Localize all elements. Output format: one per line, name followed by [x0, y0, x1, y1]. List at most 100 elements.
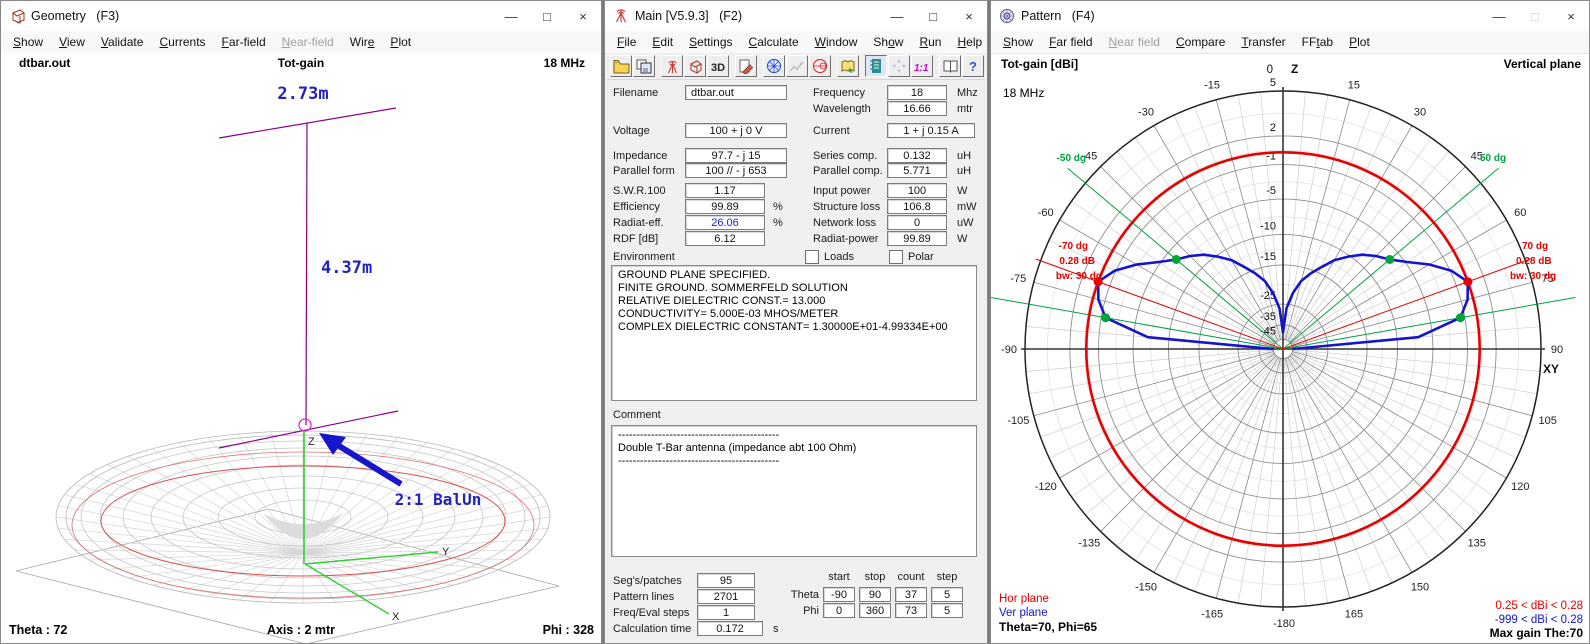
menu-item-plot[interactable]: Plot	[1341, 31, 1378, 53]
menu-item-currents[interactable]: Currents	[151, 31, 213, 53]
menu-item-show[interactable]: Show	[865, 31, 911, 53]
geometry-maximize-button[interactable]: □	[529, 1, 565, 31]
save-files-icon	[636, 59, 652, 74]
svg-text:?: ?	[969, 59, 977, 74]
menu-item-edit[interactable]: Edit	[644, 31, 681, 53]
toolbar-help-button[interactable]: ?	[962, 55, 984, 77]
environment-box[interactable]: GROUND PLANE SPECIFIED.FINITE GROUND. SO…	[611, 265, 977, 401]
toolbar-optimizer-button[interactable]	[888, 55, 910, 77]
angle-label: 90	[1551, 344, 1563, 356]
sweep-phi-step[interactable]: 5	[931, 603, 963, 618]
sweep-phi-stop[interactable]: 360	[859, 603, 891, 618]
toolbar-smith-chart-button[interactable]	[809, 55, 831, 77]
toolbar-line-chart-button[interactable]	[786, 55, 808, 77]
field-input-impedance[interactable]: 97.7 - j 15	[685, 148, 787, 163]
menu-item-file[interactable]: File	[609, 31, 644, 53]
field-input-voltage[interactable]: 100 + j 0 V	[685, 123, 787, 138]
toolbar-documents-button[interactable]	[939, 55, 961, 77]
pattern-maximize-button[interactable]: □	[1517, 1, 1553, 31]
field-input-filename[interactable]: dtbar.out	[685, 85, 787, 100]
pattern-close-button[interactable]: ×	[1553, 1, 1589, 31]
menu-item-wire[interactable]: Wire	[342, 31, 383, 53]
main-maximize-button[interactable]: □	[915, 1, 951, 31]
geometry-minimize-button[interactable]: —	[493, 1, 529, 31]
toolbar-open-folder-button[interactable]	[610, 55, 632, 77]
menu-item-help[interactable]: Help	[949, 31, 988, 53]
field-label-parallel-comp: Parallel comp.	[813, 165, 883, 177]
field-input-parallel-comp[interactable]: 5.771	[887, 163, 947, 178]
field-label-voltage: Voltage	[613, 125, 650, 137]
toolbar-geometry-cube-button[interactable]	[684, 55, 706, 77]
sweep-theta-start[interactable]: -90	[823, 587, 855, 602]
green-annotation-left: -50 dg	[1057, 153, 1086, 164]
sweep-theta-step[interactable]: 5	[931, 587, 963, 602]
menu-item-validate[interactable]: Validate	[93, 31, 152, 53]
sweep-phi-count[interactable]: 73	[895, 603, 927, 618]
toolbar-scale-1-1-button[interactable]: 1:1	[911, 55, 933, 77]
loads-checkbox-box[interactable]	[805, 250, 819, 264]
sweep-theta-count[interactable]: 37	[895, 587, 927, 602]
polar-zero-label: 0	[1267, 64, 1273, 76]
sweep-phi-start[interactable]: 0	[823, 603, 855, 618]
pattern-titlebar: Pattern (F4) — □ ×	[991, 1, 1589, 32]
y-axis-label: Y	[442, 546, 450, 558]
menu-item-transfer[interactable]: Transfer	[1233, 31, 1293, 53]
main-titlebar: Main [V5.9.3] (F2) — □ ×	[605, 1, 987, 32]
field-input-frequency[interactable]: 18	[887, 85, 947, 100]
geometry-close-button[interactable]: ×	[565, 1, 601, 31]
menu-item-far-field[interactable]: Far-field	[214, 31, 274, 53]
comment-box[interactable]: ----------------------------------------…	[611, 425, 977, 557]
sweep-theta-stop[interactable]: 90	[859, 587, 891, 602]
stat-value-calculation-time[interactable]: 0.172	[697, 621, 763, 636]
menu-item-show[interactable]: Show	[995, 31, 1041, 53]
field-input-s-w-r-100[interactable]: 1.17	[685, 183, 765, 198]
polar-checkbox[interactable]: Polar	[889, 250, 934, 264]
toolbar-edit-file-button[interactable]	[735, 55, 757, 77]
pattern-polar-chart[interactable]: 15-1530-3045-4560-6075-7590-90105-105120…	[991, 53, 1589, 644]
field-input-structure-loss[interactable]: 106.8	[887, 199, 947, 214]
max-gain-label: Max gain The:70	[1490, 626, 1584, 640]
field-input-rdf-db[interactable]: 6.12	[685, 231, 765, 246]
menu-item-fftab[interactable]: FFtab	[1294, 31, 1341, 53]
field-input-parallel-form[interactable]: 100 // - j 653	[685, 163, 787, 178]
menu-item-settings[interactable]: Settings	[681, 31, 740, 53]
field-input-radiat-eff[interactable]: 26.06	[685, 215, 765, 230]
field-input-radiat-power[interactable]: 99.89	[887, 231, 947, 246]
angle-label: -90	[1001, 344, 1017, 356]
stat-value-freq-eval-steps[interactable]: 1	[697, 605, 755, 620]
toolbar-far-field-button[interactable]	[763, 55, 785, 77]
stat-value-pattern-lines[interactable]: 2701	[697, 589, 755, 604]
field-input-network-loss[interactable]: 0	[887, 215, 947, 230]
toolbar-3d-view-button[interactable]: 3D	[707, 55, 729, 77]
menu-item-show[interactable]: Show	[5, 31, 51, 53]
stat-value-seg-s-patches[interactable]: 95	[697, 573, 755, 588]
main-close-button[interactable]: ×	[951, 1, 987, 31]
menu-item-far-field[interactable]: Far field	[1041, 31, 1100, 53]
main-minimize-button[interactable]: —	[879, 1, 915, 31]
db-ring-label: -35	[1260, 311, 1276, 323]
menu-item-window[interactable]: Window	[807, 31, 866, 53]
pattern-minimize-button[interactable]: —	[1481, 1, 1517, 31]
menu-item-view[interactable]: View	[51, 31, 93, 53]
field-input-wavelength[interactable]: 16.66	[887, 101, 947, 116]
ver-plane-legend: Ver plane	[999, 607, 1048, 619]
field-input-input-power[interactable]: 100	[887, 183, 947, 198]
field-input-current[interactable]: 1 + j 0.15 A	[887, 123, 975, 138]
angle-label: 60	[1514, 207, 1526, 219]
toolbar-view-output-button[interactable]	[837, 55, 859, 77]
field-input-series-comp[interactable]: 0.132	[887, 148, 947, 163]
menu-item-compare[interactable]: Compare	[1168, 31, 1233, 53]
toolbar-save-files-button[interactable]	[633, 55, 655, 77]
geometry-canvas[interactable]: 2.73m 4.37m 2:1 BalUn Z Y X Theta : 72 A…	[1, 73, 601, 644]
toolbar-notebook-button[interactable]	[865, 55, 887, 77]
pattern-status-angles: Theta=70, Phi=65	[999, 620, 1097, 634]
menu-item-plot[interactable]: Plot	[382, 31, 419, 53]
pattern-window-title: Pattern (F4)	[1021, 9, 1095, 23]
menu-item-calculate[interactable]: Calculate	[741, 31, 807, 53]
field-label-efficiency: Efficiency	[613, 201, 660, 213]
menu-item-run[interactable]: Run	[911, 31, 949, 53]
field-input-efficiency[interactable]: 99.89	[685, 199, 765, 214]
loads-checkbox[interactable]: Loads	[805, 250, 854, 264]
polar-checkbox-box[interactable]	[889, 250, 903, 264]
toolbar-antenna-button[interactable]	[661, 55, 683, 77]
